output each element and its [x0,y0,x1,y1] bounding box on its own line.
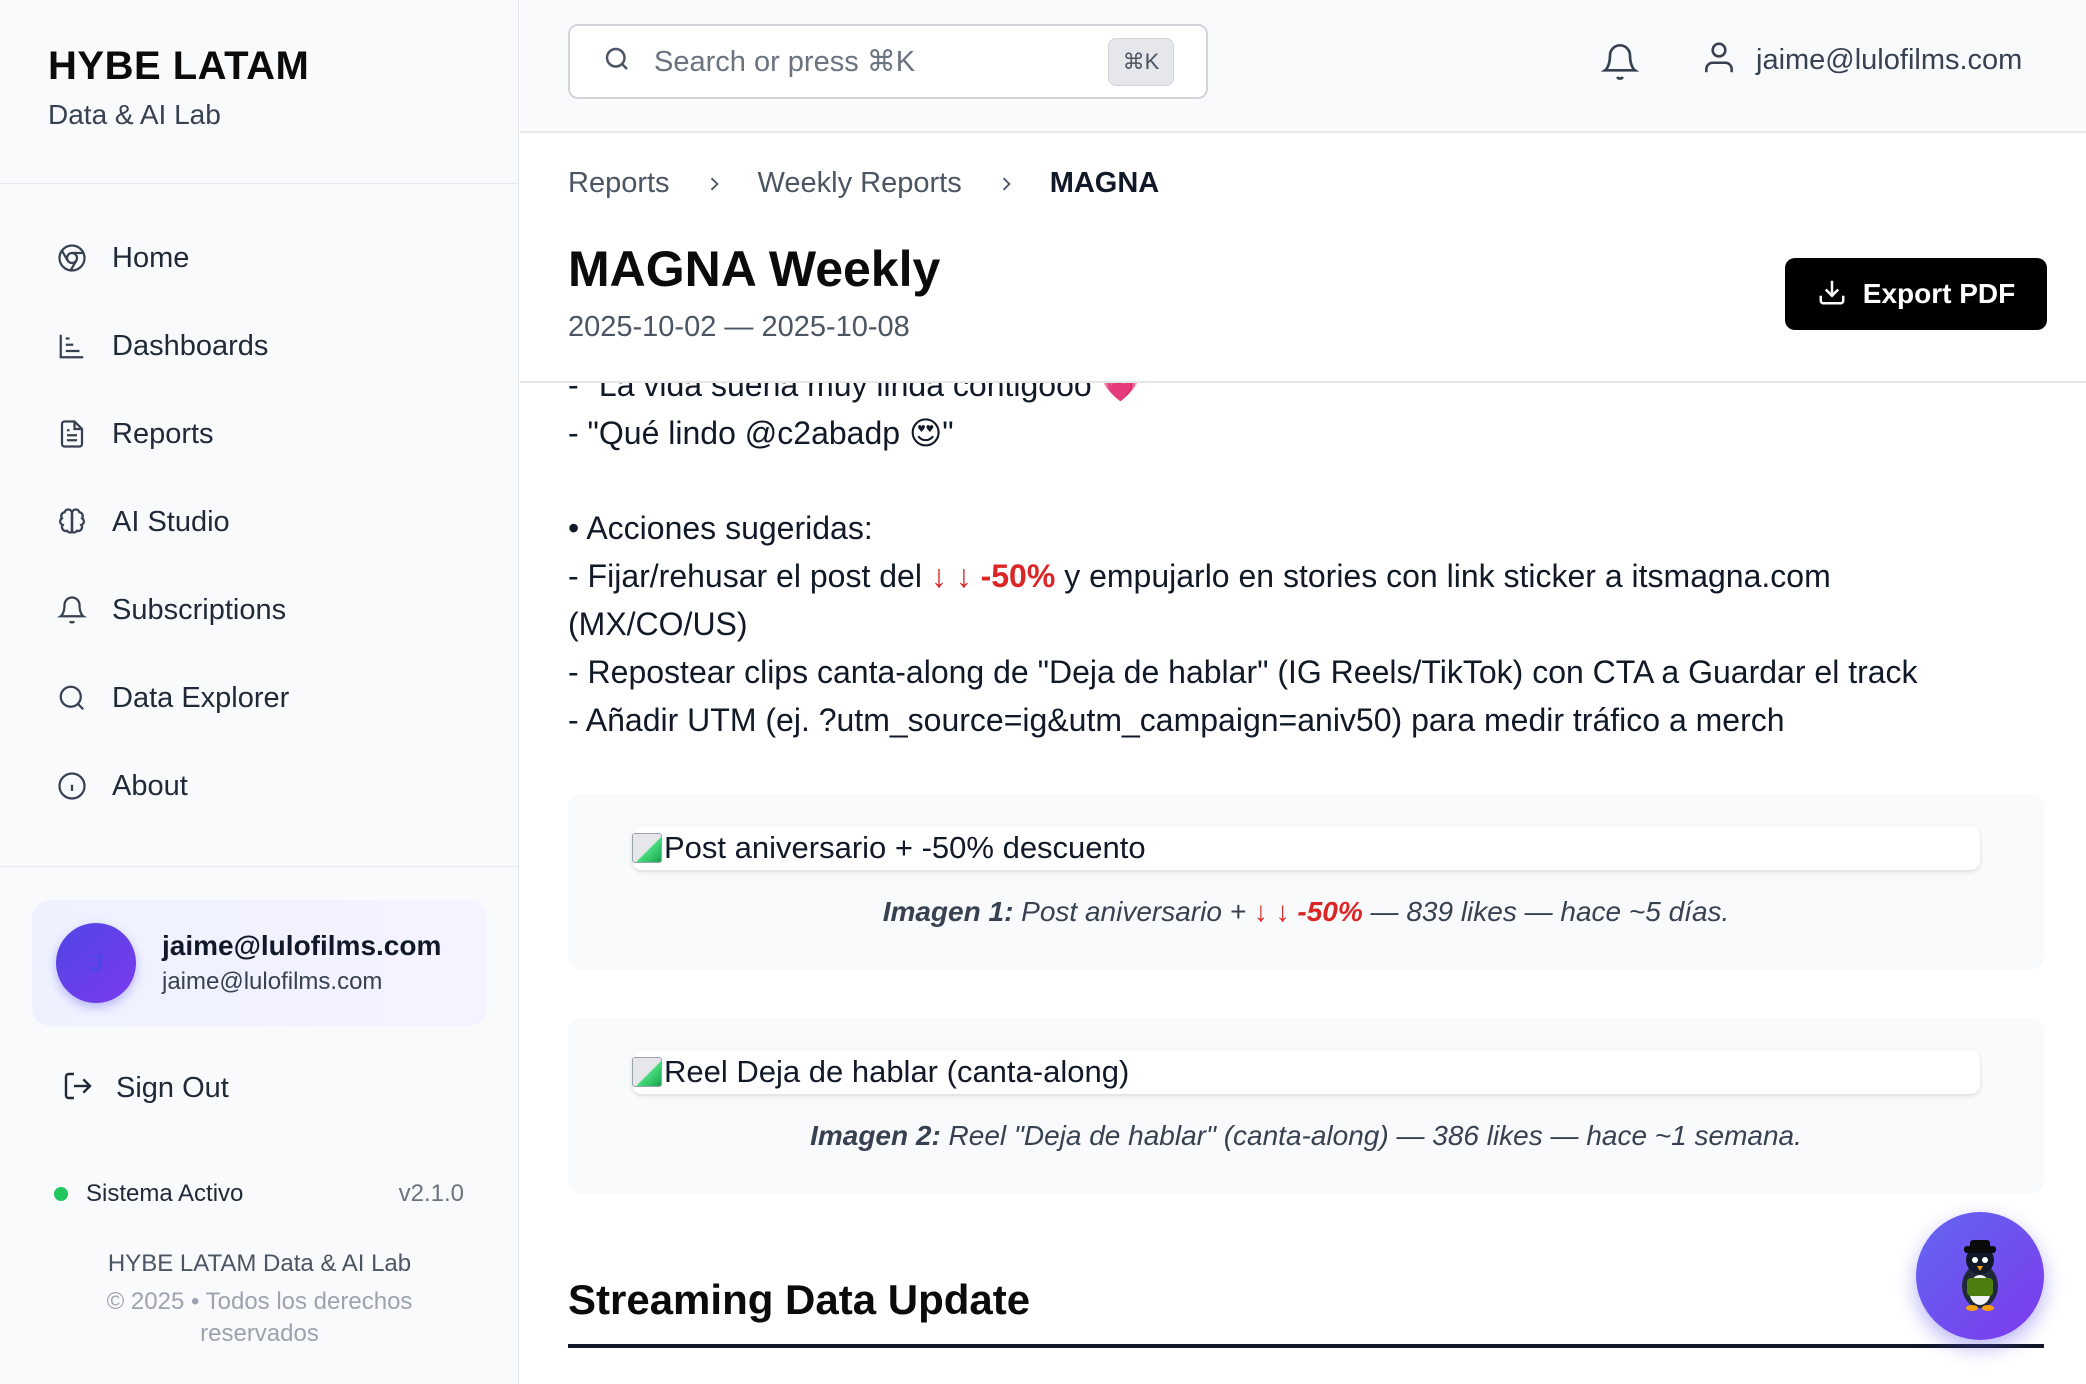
sidebar-item-data-explorer[interactable]: Data Explorer [0,654,518,742]
image-caption: Imagen 1: Post aniversario + ↓ ↓ -50% — … [568,896,2044,928]
shortcut-badge: ⌘K [1108,37,1174,86]
sidebar-item-dashboards[interactable]: Dashboards [0,302,518,390]
caption-label: Imagen 1: [882,896,1014,927]
system-status: Sistema Activo v2.1.0 [54,1180,464,1208]
bell-icon [1600,44,1640,88]
brand-title: HYBE LATAM [48,44,310,88]
footer-copyright: © 2025 • Todos los derechos reservados [106,1288,413,1347]
discount-badge: -50% [980,558,1056,594]
user-menu[interactable]: jaime@lulofilms.com [1700,38,2022,83]
breadcrumb-current: MAGNA [1049,167,1160,199]
image-card: Reel Deja de hablar (canta-along) Imagen… [568,1018,2044,1194]
sidebar-item-label: Data Explorer [112,681,290,714]
brand: HYBE LATAM Data & AI Lab [0,0,518,184]
action-text: y empujarlo en stories con link sticker … [1055,558,1831,594]
avatar: J [56,923,136,1003]
penguin-mascot-icon [1950,1236,2010,1317]
page-header: Reports Weekly Reports MAGNA MAGNA Weekl… [520,135,2086,383]
notifications-button[interactable] [1600,40,1640,89]
caption-text: Reel "Deja de hablar" (canta-along) — 38… [940,1120,1802,1151]
brand-subtitle: Data & AI Lab [48,99,221,130]
action-item-continued: (MX/CO/US) [568,606,748,642]
search-placeholder: Search or press ⌘K [654,46,916,78]
caption-label: Imagen 2: [810,1120,941,1151]
status-label: Sistema Activo [86,1180,244,1207]
date-range: 2025-10-02 — 2025-10-08 [568,311,910,343]
sidebar-item-subscriptions[interactable]: Subscriptions [0,566,518,654]
user-card[interactable]: J jaime@lulofilms.com jaime@lulofilms.co… [32,900,487,1026]
topbar: Search or press ⌘K ⌘K jaime@lulofilms.co… [520,0,2086,133]
brain-icon [54,504,90,540]
user-name: jaime@lulofilms.com [162,930,442,961]
image-caption: Imagen 2: Reel "Deja de hablar" (canta-a… [568,1120,2044,1152]
sidebar-footer: HYBE LATAM Data & AI Lab © 2025 • Todos … [0,1250,519,1350]
arrow-down-icon: ↓ ↓ [930,558,981,594]
sidebar-item-label: Home [112,241,190,274]
sidebar-item-label: AI Studio [112,505,230,538]
version-label: v2.1.0 [398,1180,464,1207]
breadcrumb-weekly-reports[interactable]: Weekly Reports [758,167,962,200]
reel-image[interactable]: Reel Deja de hablar (canta-along) [632,1050,1980,1094]
sidebar-item-about[interactable]: About [0,742,518,830]
user-email: jaime@lulofilms.com [162,968,383,995]
report-content: - "La vida suena muy linda contigooo 💗 -… [520,360,2086,1384]
bell-icon [54,592,90,628]
search-input[interactable]: Search or press ⌘K ⌘K [568,24,1208,99]
caption-text: — 839 likes — hace ~5 días. [1362,896,1730,927]
sidebar-item-ai-studio[interactable]: AI Studio [0,478,518,566]
section-title: Streaming Data Update [568,1276,1031,1323]
assistant-chat-button[interactable] [1916,1212,2044,1340]
sidebar-divider [0,866,519,867]
broken-image-icon [632,1057,662,1087]
sidebar: HYBE LATAM Data & AI Lab Home Dashboards… [0,0,519,1384]
sidebar-item-label: Dashboards [112,329,269,362]
export-pdf-button[interactable]: Export PDF [1785,258,2047,330]
image-alt-text: Reel Deja de hablar (canta-along) [664,1054,1130,1089]
action-item: - Añadir UTM (ej. ?utm_source=ig&utm_cam… [568,702,1785,738]
image-card: Post aniversario + -50% descuento Imagen… [568,794,2044,970]
breadcrumb-reports[interactable]: Reports [568,167,670,200]
actions-heading: • Acciones sugeridas: [568,510,873,546]
chevron-right-icon [996,174,1016,194]
quote-line: - "Qué lindo @c2abadp 😍" [568,415,954,451]
caption-text: Post aniversario + [1013,896,1254,927]
arrow-down-icon: ↓ ↓ [1253,896,1298,927]
sidebar-item-home[interactable]: Home [0,214,518,302]
download-icon [1817,277,1847,312]
search-icon [54,680,90,716]
status-dot-icon [54,1187,68,1201]
breadcrumb: Reports Weekly Reports MAGNA [568,167,1159,200]
user-icon [1700,38,1738,83]
user-menu-email: jaime@lulofilms.com [1756,44,2023,76]
caption-discount: -50% [1297,896,1363,927]
sign-out-button[interactable]: Sign Out [62,1070,229,1107]
broken-image-icon [632,833,662,863]
post-image[interactable]: Post aniversario + -50% descuento [632,826,1980,870]
action-item: - Fijar/rehusar el post del ↓ ↓ -50% y e… [568,558,1831,595]
sign-out-label: Sign Out [116,1072,229,1104]
export-pdf-label: Export PDF [1862,278,2016,309]
sidebar-item-label: Subscriptions [112,593,287,626]
footer-org: HYBE LATAM Data & AI Lab [107,1250,412,1277]
chrome-icon [54,240,90,276]
page-title: MAGNA Weekly [568,241,941,297]
search-icon [602,44,632,79]
action-item: - Repostear clips canta-along de "Deja d… [568,654,1918,690]
bar-chart-icon [54,328,90,364]
sidebar-item-label: Reports [112,417,214,450]
section-divider [568,1344,2044,1348]
chevron-right-icon [704,174,724,194]
log-out-icon [62,1070,94,1107]
image-alt-text: Post aniversario + -50% descuento [664,830,1146,865]
sidebar-item-label: About [112,769,188,802]
action-text: - Fijar/rehusar el post del [568,558,931,594]
sidebar-nav: Home Dashboards Reports AI Studio Subscr… [0,184,518,830]
file-text-icon [54,416,90,452]
sidebar-item-reports[interactable]: Reports [0,390,518,478]
info-icon [54,768,90,804]
